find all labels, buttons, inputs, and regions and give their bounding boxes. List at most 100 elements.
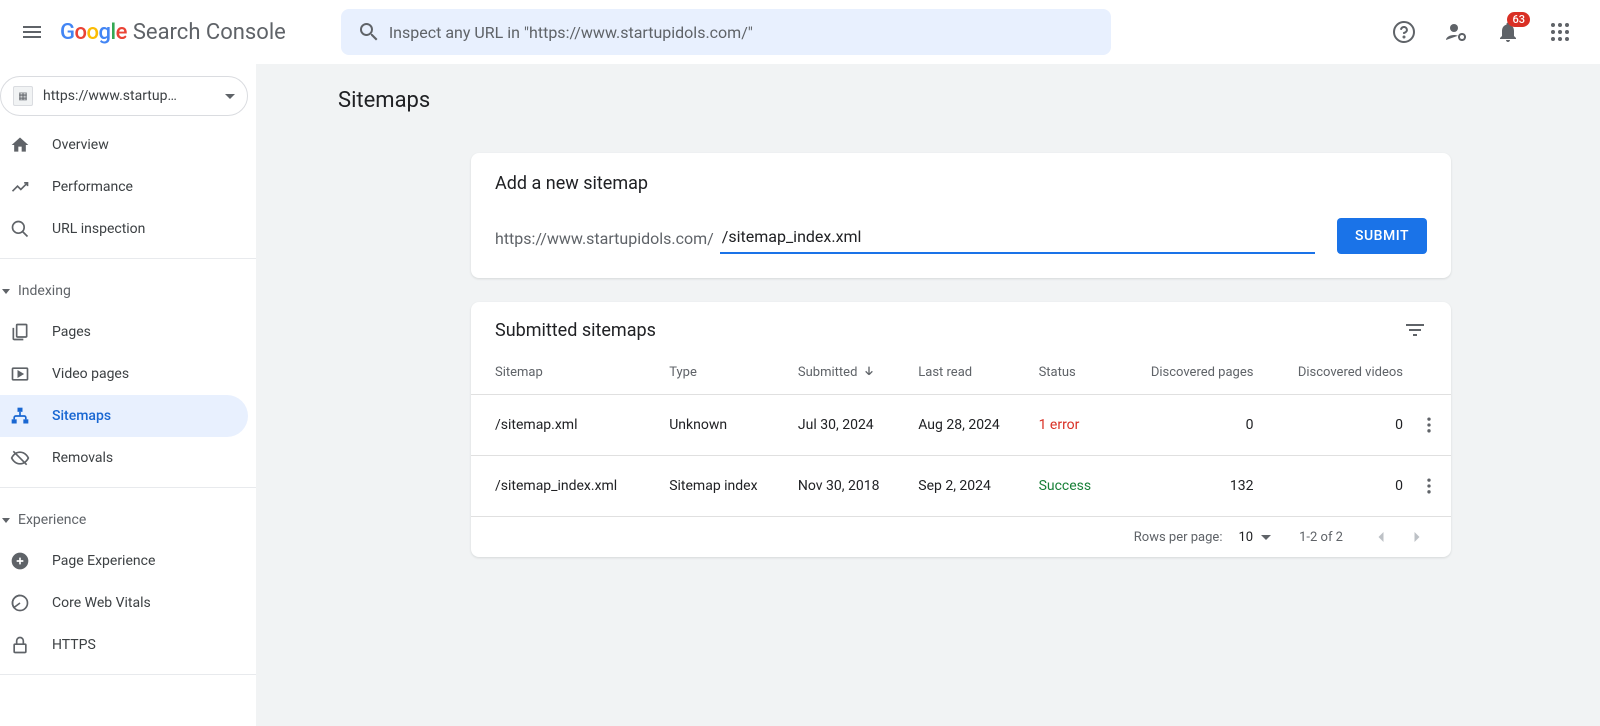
nav-label: Core Web Vitals [52,595,151,611]
nav-label: URL inspection [52,221,145,237]
add-sitemap-card: Add a new sitemap https://www.startupido… [471,153,1451,278]
card-title: Add a new sitemap [495,173,1427,194]
chevron-left-icon [1371,527,1391,547]
nav-https[interactable]: HTTPS [0,624,248,666]
cell-status: Success [1031,456,1116,517]
help-icon [1392,20,1416,44]
nav-label: Pages [52,324,91,340]
page-title: Sitemaps [338,88,1600,113]
nav-label: Performance [52,179,133,195]
cell-submitted: Nov 30, 2018 [790,456,910,517]
pagination-range: 1-2 of 2 [1299,530,1343,545]
nav-video-pages[interactable]: Video pages [0,353,248,395]
row-menu-button[interactable] [1411,456,1451,517]
users-button[interactable] [1432,8,1480,56]
dropdown-icon [1261,535,1271,540]
nav-label: HTTPS [52,637,96,653]
next-page-button[interactable] [1407,527,1427,547]
submit-button[interactable]: SUBMIT [1337,218,1427,254]
property-icon: ▦ [13,86,33,106]
search-icon [349,12,389,52]
cell-type: Unknown [661,395,790,456]
cell-pages: 0 [1115,395,1261,456]
table-row[interactable]: /sitemap_index.xml Sitemap index Nov 30,… [471,456,1451,517]
property-label: https://www.startup… [43,88,215,104]
sitemap-icon [10,406,30,426]
cell-pages: 132 [1115,456,1261,517]
sidebar: ▦ https://www.startup… Overview Performa… [0,64,256,726]
main-content: Sitemaps Add a new sitemap https://www.s… [256,64,1600,726]
section-experience[interactable]: Experience [0,500,256,540]
section-label: Indexing [18,283,71,299]
col-sitemap[interactable]: Sitemap [471,350,661,395]
chevron-right-icon [1407,527,1427,547]
menu-icon [20,20,44,44]
col-type[interactable]: Type [661,350,790,395]
url-inspect-search[interactable] [341,9,1111,55]
prev-page-button[interactable] [1371,527,1391,547]
rows-per-page-select[interactable]: 10 [1238,530,1271,545]
sitemaps-table: Sitemap Type Submitted Last read Status … [471,350,1451,517]
url-prefix: https://www.startupidols.com/ [495,229,714,254]
nav-sitemaps[interactable]: Sitemaps [0,395,248,437]
col-status[interactable]: Status [1031,350,1116,395]
table-header-row: Sitemap Type Submitted Last read Status … [471,350,1451,395]
nav-core-web-vitals[interactable]: Core Web Vitals [0,582,248,624]
card-title: Submitted sitemaps [495,320,656,341]
rows-per-page-label: Rows per page: [1134,530,1223,545]
row-menu-button[interactable] [1411,395,1451,456]
apps-button[interactable] [1536,8,1584,56]
dropdown-icon [225,94,235,99]
cell-type: Sitemap index [661,456,790,517]
google-logo: Google [60,20,127,45]
nav-page-experience[interactable]: Page Experience [0,540,248,582]
pages-icon [10,322,30,342]
col-last-read[interactable]: Last read [910,350,1030,395]
table-row[interactable]: /sitemap.xml Unknown Jul 30, 2024 Aug 28… [471,395,1451,456]
more-vert-icon [1419,476,1439,496]
lock-icon [10,635,30,655]
col-discovered-pages[interactable]: Discovered pages [1115,350,1261,395]
divider [0,258,256,259]
nav-label: Overview [52,137,109,153]
property-selector[interactable]: ▦ https://www.startup… [0,76,248,116]
notifications-button[interactable]: 63 [1484,8,1532,56]
nav-label: Video pages [52,366,129,382]
video-icon [10,364,30,384]
nav-overview[interactable]: Overview [0,124,248,166]
nav-label: Page Experience [52,553,155,569]
product-logo[interactable]: Google Search Console [60,20,286,45]
section-indexing[interactable]: Indexing [0,271,256,311]
nav-performance[interactable]: Performance [0,166,248,208]
nav-url-inspection[interactable]: URL inspection [0,208,248,250]
filter-button[interactable] [1403,318,1427,342]
cell-last-read: Sep 2, 2024 [910,456,1030,517]
cell-videos: 0 [1261,456,1411,517]
header-actions: 63 [1380,8,1592,56]
cell-sitemap: /sitemap_index.xml [471,456,661,517]
notification-badge: 63 [1507,12,1530,27]
divider [0,674,256,675]
removals-icon [10,448,30,468]
cell-submitted: Jul 30, 2024 [790,395,910,456]
plus-circle-icon [10,551,30,571]
hamburger-menu-button[interactable] [8,8,56,56]
more-vert-icon [1419,415,1439,435]
cell-status: 1 error [1031,395,1116,456]
col-discovered-videos[interactable]: Discovered videos [1261,350,1411,395]
cell-videos: 0 [1261,395,1411,456]
pagination: Rows per page: 10 1-2 of 2 [471,517,1451,557]
filter-icon [1403,318,1427,342]
help-button[interactable] [1380,8,1428,56]
cell-last-read: Aug 28, 2024 [910,395,1030,456]
section-label: Experience [18,512,86,528]
nav-label: Removals [52,450,113,466]
sitemap-url-input[interactable] [720,223,1315,254]
nav-removals[interactable]: Removals [0,437,248,479]
nav-label: Sitemaps [52,408,111,424]
nav-pages[interactable]: Pages [0,311,248,353]
divider [0,487,256,488]
col-submitted[interactable]: Submitted [790,350,910,395]
search-input[interactable] [389,23,1103,42]
search-icon [10,219,30,239]
